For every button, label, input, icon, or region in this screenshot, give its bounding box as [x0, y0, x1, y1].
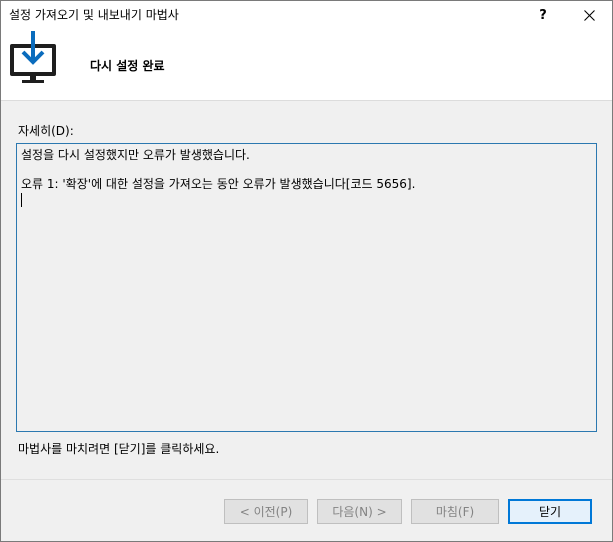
- close-icon: [583, 9, 595, 21]
- close-button[interactable]: 닫기: [508, 499, 592, 524]
- details-blank-line: [21, 163, 592, 176]
- details-label: 자세히(D):: [18, 124, 74, 138]
- close-window-button[interactable]: [566, 1, 612, 29]
- wizard-dialog: 설정 가져오기 및 내보내기 마법사 ? 다시 설정 완료 자세히(D): 설정…: [0, 0, 613, 542]
- page-title: 다시 설정 완료: [90, 59, 165, 73]
- help-button[interactable]: ?: [520, 1, 566, 29]
- button-separator: [1, 479, 612, 480]
- help-icon: ?: [539, 7, 547, 23]
- window-title: 설정 가져오기 및 내보내기 마법사: [9, 8, 179, 22]
- wizard-header: 다시 설정 완료: [1, 29, 612, 101]
- monitor-download-icon: [10, 31, 56, 83]
- details-line: 설정을 다시 설정했지만 오류가 발생했습니다.: [21, 148, 250, 162]
- text-caret: [21, 193, 22, 207]
- next-button[interactable]: 다음(N) >: [317, 499, 402, 524]
- details-line: 오류 1: '확장'에 대한 설정을 가져오는 동안 오류가 발생했습니다[코드…: [21, 177, 416, 191]
- details-textbox[interactable]: 설정을 다시 설정했지만 오류가 발생했습니다. 오류 1: '확장'에 대한 …: [16, 143, 597, 432]
- finish-button[interactable]: 마침(F): [411, 499, 499, 524]
- finish-hint: 마법사를 마치려면 [닫기]를 클릭하세요.: [18, 442, 220, 456]
- title-bar: 설정 가져오기 및 내보내기 마법사 ?: [1, 1, 612, 29]
- prev-button[interactable]: < 이전(P): [224, 499, 308, 524]
